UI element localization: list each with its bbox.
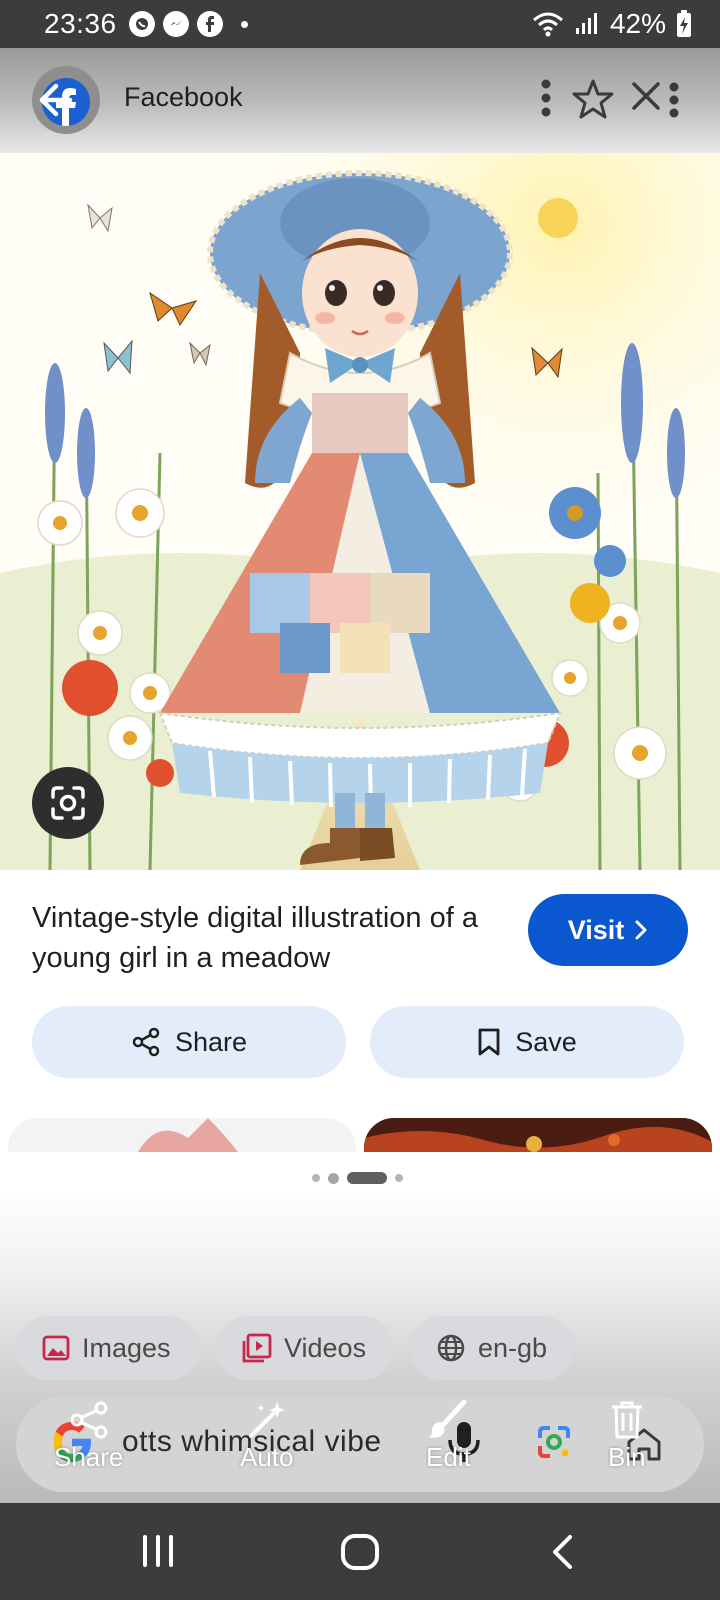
trash-icon: [611, 1401, 642, 1439]
more-options-icon[interactable]: [540, 78, 552, 118]
image-icon: [42, 1335, 70, 1361]
chevron-right-icon: [635, 920, 647, 940]
site-name: Facebook: [124, 82, 243, 112]
back-arrow-icon: [39, 83, 73, 117]
wifi-icon: [532, 12, 563, 37]
close-icon[interactable]: [630, 80, 662, 112]
google-lens-button[interactable]: [32, 767, 104, 839]
bookmark-icon: [478, 1028, 500, 1056]
chip-images-label: Images: [82, 1332, 171, 1363]
save-label: Save: [515, 1026, 577, 1057]
image-title: Vintage-style digital illustration of a …: [32, 902, 478, 974]
signal-icon: [575, 13, 597, 34]
lens-search-icon: [51, 786, 85, 820]
visit-button[interactable]: Visit: [528, 894, 688, 966]
overlay-share-label: Share: [54, 1442, 124, 1472]
carousel-dot: [328, 1172, 339, 1184]
system-navigation-bar: [0, 1503, 720, 1600]
related-image-1[interactable]: [8, 1118, 356, 1152]
battery-percent: 42%: [609, 8, 666, 39]
video-icon: [242, 1333, 272, 1363]
carousel-indicator: [312, 1172, 403, 1184]
overlay-share-button[interactable]: Share: [54, 1400, 123, 1473]
share-button[interactable]: Share: [32, 1006, 346, 1078]
overlay-edit-button[interactable]: Edit: [426, 1400, 471, 1473]
result-image[interactable]: [0, 153, 720, 870]
carousel-dot: [312, 1174, 320, 1182]
battery-charging-icon: [677, 10, 691, 37]
carousel-dot-active: [347, 1172, 387, 1184]
overlay-auto-button[interactable]: Auto: [240, 1400, 294, 1473]
whatsapp-icon: [128, 11, 155, 37]
chip-videos-label: Videos: [284, 1332, 367, 1363]
brush-icon: [428, 1400, 467, 1438]
notification-icons: [128, 11, 248, 37]
recent-apps-icon[interactable]: [140, 1533, 176, 1569]
status-time: 23:36: [44, 8, 117, 39]
chip-language-label: en-gb: [478, 1332, 548, 1363]
status-bar: 23:36 42%: [0, 0, 720, 48]
related-image-2[interactable]: [364, 1118, 712, 1152]
globe-icon: [437, 1334, 465, 1362]
chip-language[interactable]: en-gb: [410, 1316, 574, 1380]
save-button[interactable]: Save: [370, 1006, 684, 1078]
messenger-icon: [162, 11, 189, 37]
magic-wand-icon: [248, 1402, 285, 1438]
carousel-dot: [395, 1174, 403, 1182]
overlay-edit-label: Edit: [426, 1442, 471, 1472]
status-right: 42%: [532, 8, 692, 40]
chip-videos[interactable]: Videos: [216, 1316, 394, 1380]
visit-label: Visit: [567, 914, 625, 945]
back-nav-icon[interactable]: [548, 1533, 576, 1571]
top-app-bar: Facebook: [0, 48, 720, 153]
chip-images[interactable]: Images: [16, 1316, 200, 1380]
related-image-1-preview: [138, 1118, 238, 1152]
share-label: Share: [174, 1026, 248, 1057]
overflow-menu-icon[interactable]: [668, 82, 680, 118]
google-lens-icon[interactable]: [534, 1422, 574, 1462]
facebook-icon: [196, 11, 223, 37]
overlay-auto-label: Auto: [240, 1442, 294, 1472]
home-icon[interactable]: [340, 1533, 380, 1571]
overlay-bin-button[interactable]: Bin: [608, 1400, 646, 1473]
overlay-bin-label: Bin: [608, 1442, 646, 1472]
illustration-girl-in-meadow: [0, 153, 720, 870]
share-icon: [132, 1027, 160, 1057]
back-button[interactable]: [32, 66, 100, 134]
share-icon: [70, 1401, 108, 1439]
related-image-2-preview: [364, 1118, 712, 1152]
more-notifications-dot: [240, 20, 248, 28]
star-icon[interactable]: [572, 78, 614, 120]
